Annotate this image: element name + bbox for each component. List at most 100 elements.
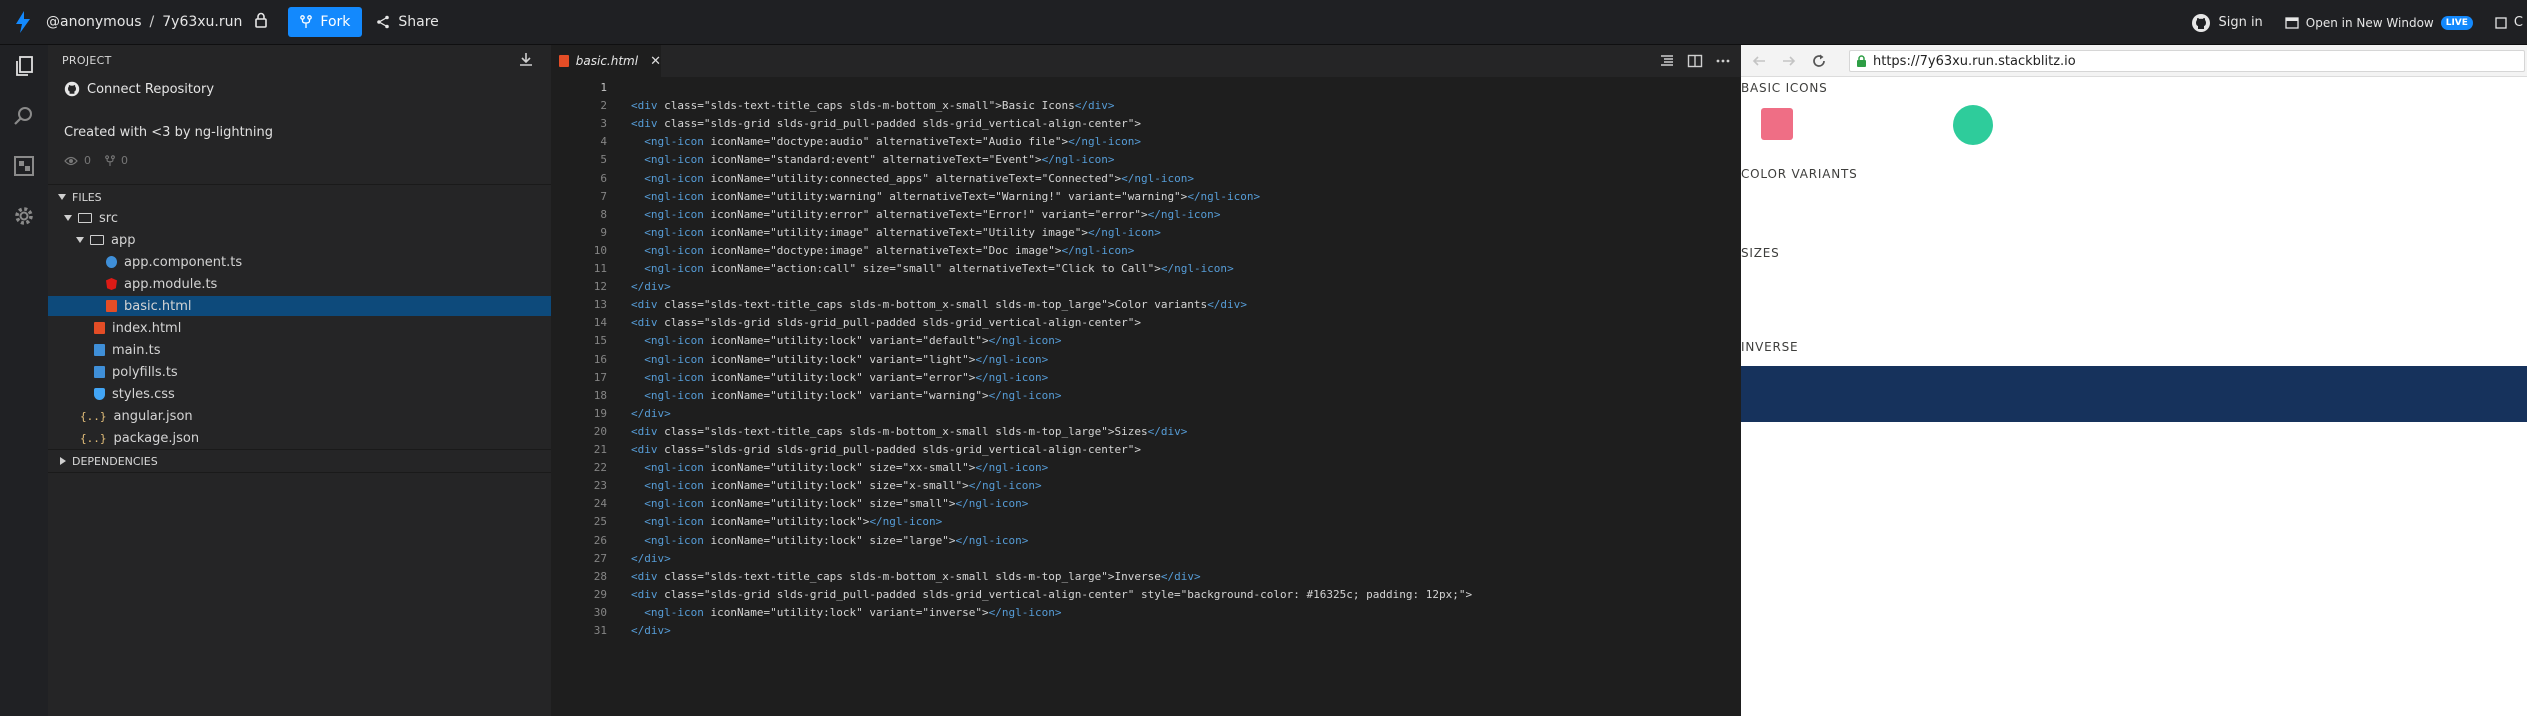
line-code: </div> [631,624,671,637]
more-options-icon[interactable] [1715,53,1731,69]
code-line[interactable]: 1 [551,79,1741,97]
toolbar-overflow-item[interactable]: C [2495,15,2523,30]
code-line[interactable]: 28 <div class="slds-text-title_caps slds-… [551,568,1741,586]
code-line[interactable]: 4 <ngl-icon iconName="doctype:audio" alt… [551,133,1741,151]
format-icon[interactable] [1659,53,1675,69]
preview-url-bar[interactable]: https://7y63xu.run.stackblitz.io [1849,50,2525,72]
line-code: <ngl-icon iconName="utility:lock" varian… [644,334,1062,348]
back-arrow-icon[interactable] [1751,53,1767,69]
preview-heading-inverse: INVERSE [1741,340,1799,354]
tree-item-basic-html[interactable]: basic.html [48,296,551,316]
tree-item-angular-json[interactable]: {..} angular.json [48,406,551,426]
tree-item-label: polyfills.ts [112,364,178,380]
forward-arrow-icon[interactable] [1781,53,1797,69]
code-line[interactable]: 27 </div> [551,550,1741,568]
project-name[interactable]: 7y63xu.run [162,14,242,30]
line-number: 9 [600,225,607,239]
code-line[interactable]: 23 <ngl-icon iconName="utility:lock" siz… [551,477,1741,495]
tree-item-app-module-ts[interactable]: app.module.ts [48,274,551,294]
line-code: <ngl-icon iconName="action:call" size="s… [644,262,1234,275]
code-line[interactable]: 26 <ngl-icon iconName="utility:lock" siz… [551,532,1741,550]
tree-item-app[interactable]: app [48,230,551,250]
line-code: <ngl-icon iconName="doctype:audio" alter… [644,135,1141,149]
code-line[interactable]: 31 </div> [551,622,1741,640]
code-line[interactable]: 21 <div class="slds-grid slds-grid_pull-p… [551,441,1741,459]
connect-repository-button[interactable]: Connect Repository [64,81,214,97]
angular-icon [106,278,117,290]
code-line[interactable]: 15 <ngl-icon iconName="utility:lock" var… [551,332,1741,350]
files-icon[interactable] [12,54,36,78]
code-line[interactable]: 20 <div class="slds-text-title_caps slds-… [551,423,1741,441]
code-line[interactable]: 30 <ngl-icon iconName="utility:lock" var… [551,604,1741,622]
code-line[interactable]: 18 <ngl-icon iconName="utility:lock" var… [551,387,1741,405]
code-line[interactable]: 3 <div class="slds-grid slds-grid_pull-pa… [551,115,1741,133]
code-line[interactable]: 16 <ngl-icon iconName="utility:lock" var… [551,351,1741,369]
extensions-icon[interactable] [12,154,36,178]
share-button[interactable]: Share [376,14,439,30]
code-line[interactable]: 29 <div class="slds-grid slds-grid_pull-p… [551,586,1741,604]
files-section-header[interactable]: FILES [48,187,551,207]
lock-icon[interactable] [254,12,268,32]
line-code: <ngl-icon iconName="utility:lock" size="… [644,461,1049,475]
code-line[interactable]: 8 <ngl-icon iconName="utility:error" alt… [551,206,1741,224]
top-bar: @anonymous / 7y63xu.run Fork Share Sign … [0,0,2527,45]
eye-icon [64,156,78,165]
user-name[interactable]: @anonymous [46,14,142,30]
stackblitz-logo-icon[interactable] [0,11,46,33]
close-icon[interactable]: ✕ [650,54,661,69]
tree-item-label: app.module.ts [124,276,218,292]
tree-item-src[interactable]: src [48,208,551,228]
audio-file-icon [1761,108,1793,140]
code-line[interactable]: 11 <ngl-icon iconName="action:call" size… [551,260,1741,278]
line-code: <div class="slds-text-title_caps slds-m-… [631,569,1201,583]
code-line[interactable]: 6 <ngl-icon iconName="utility:connected_… [551,170,1741,188]
code-line[interactable]: 12 </div> [551,278,1741,296]
code-line[interactable]: 22 <ngl-icon iconName="utility:lock" siz… [551,459,1741,477]
code-line[interactable]: 2 <div class="slds-text-title_caps slds-m… [551,97,1741,115]
line-number: 21 [593,443,607,456]
gear-icon[interactable] [12,204,36,228]
line-number: 15 [593,334,607,348]
download-icon[interactable] [518,51,534,67]
dependencies-section-header[interactable]: DEPENDENCIES [48,451,551,471]
share-icon [377,15,390,29]
project-sidebar: PROJECT Connect Repository Created with … [48,45,551,716]
fork-button[interactable]: Fork [288,7,363,37]
reload-icon[interactable] [1811,53,1827,69]
search-icon[interactable] [12,104,36,128]
code-line[interactable]: 9 <ngl-icon iconName="utility:image" alt… [551,224,1741,242]
line-code: <div class="slds-text-title_caps slds-m-… [631,424,1188,438]
tree-item-package-json[interactable]: {..} package.json [48,428,551,448]
tree-item-app-component-ts[interactable]: app.component.ts [48,252,551,272]
editor-tab-bar: basic.html ✕ [551,45,1741,77]
code-line[interactable]: 13 <div class="slds-text-title_caps slds-… [551,296,1741,314]
line-code: </div> [631,406,671,420]
tree-item-styles-css[interactable]: styles.css [48,384,551,404]
code-line[interactable]: 24 <ngl-icon iconName="utility:lock" siz… [551,495,1741,513]
line-code: <ngl-icon iconName="utility:lock" size="… [644,533,1029,547]
code-line[interactable]: 25 <ngl-icon iconName="utility:lock"></n… [551,513,1741,531]
code-line[interactable]: 17 <ngl-icon iconName="utility:lock" var… [551,369,1741,387]
code-line[interactable]: 10 <ngl-icon iconName="doctype:image" al… [551,242,1741,260]
connect-repository-label: Connect Repository [87,81,215,97]
code-line[interactable]: 14 <div class="slds-grid slds-grid_pull-p… [551,314,1741,332]
code-line[interactable]: 5 <ngl-icon iconName="standard:event" al… [551,151,1741,169]
tab-basic-html[interactable]: basic.html ✕ [551,45,661,77]
open-new-window-button[interactable]: Open in New Window LIVE [2285,15,2473,30]
line-code: <div class="slds-grid slds-grid_pull-pad… [631,443,1141,456]
line-number: 16 [593,352,607,366]
split-editor-icon[interactable] [1687,53,1703,69]
project-stats: 0 0 [64,154,128,167]
sign-in-button[interactable]: Sign in [2191,13,2263,33]
tree-item-polyfills-ts[interactable]: polyfills.ts [48,362,551,382]
line-code: <ngl-icon iconName="utility:lock" varian… [644,370,1049,384]
code-line[interactable]: 19 </div> [551,405,1741,423]
line-code: <ngl-icon iconName="utility:lock" size="… [644,497,1029,511]
line-number: 2 [600,99,607,113]
tree-item-index-html[interactable]: index.html [48,318,551,338]
tree-item-main-ts[interactable]: main.ts [48,340,551,360]
overflow-text: C [2513,15,2523,30]
code-line[interactable]: 7 <ngl-icon iconName="utility:warning" a… [551,188,1741,206]
tree-item-label: app.component.ts [124,254,243,270]
fork-icon [300,15,313,28]
